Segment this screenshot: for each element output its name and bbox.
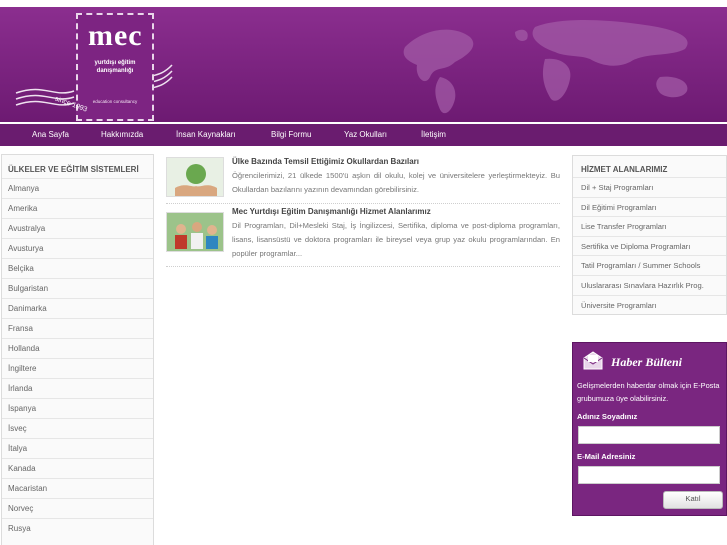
site-logo[interactable]: mec yurtdışı eğitim danışmanlığı educati… [14, 13, 174, 122]
country-item[interactable]: Bulgaristan [2, 278, 153, 298]
article-title[interactable]: Ülke Bazında Temsil Ettiğimiz Okullardan… [232, 157, 560, 166]
name-input[interactable] [578, 426, 720, 444]
logo-brand: mec [88, 19, 143, 52]
article-separator [166, 266, 560, 267]
nav-info-form[interactable]: Bilgi Formu [271, 130, 311, 139]
article-body: Dil Programları, Dil+Mesleki Staj, İş İn… [232, 221, 560, 258]
newsletter-title: Haber Bülteni [611, 355, 683, 369]
join-button[interactable]: Katıl [663, 491, 723, 509]
students-thumbnail[interactable] [166, 212, 224, 252]
country-item[interactable]: Macaristan [2, 478, 153, 498]
country-item[interactable]: Fransa [2, 318, 153, 338]
service-item[interactable]: Lise Transfer Programları [573, 216, 726, 236]
site-header: mec yurtdışı eğitim danışmanlığı educati… [0, 7, 727, 122]
country-item[interactable]: Norveç [2, 498, 153, 518]
country-item[interactable]: Belçika [2, 258, 153, 278]
article-body: Öğrencilerimizi, 21 ülkede 1500'ü aşkın … [232, 171, 560, 194]
article-title[interactable]: Mec Yurtdışı Eğitim Danışmanlığı Hizmet … [232, 207, 560, 216]
nav-home[interactable]: Ana Sayfa [32, 130, 69, 139]
country-item[interactable]: Rusya [2, 518, 153, 538]
service-item[interactable]: Sertifika ve Diploma Programları [573, 235, 726, 256]
country-item[interactable]: İngiltere [2, 358, 153, 378]
nav-hr[interactable]: İnsan Kaynakları [176, 130, 236, 139]
countries-title: ÜLKELER VE EĞİTİM SİSTEMLERİ [8, 165, 139, 174]
services-list: Dil + Staj Programları Dil Eğitimi Progr… [573, 177, 726, 314]
logo-line1: yurtdışı eğitim [94, 60, 136, 66]
name-label: Adınız Soyadınız [577, 412, 638, 421]
service-item[interactable]: Uluslararası Sınavlara Hazırlık Prog. [573, 274, 726, 295]
article-schools: Ülke Bazında Temsil Ettiğimiz Okullardan… [166, 157, 560, 201]
country-item[interactable]: Almanya [2, 178, 153, 198]
country-item[interactable]: İtalya [2, 438, 153, 458]
service-item[interactable]: Üniversite Programları [573, 294, 726, 315]
nav-about[interactable]: Hakkımızda [101, 130, 143, 139]
main-nav: Ana Sayfa Hakkımızda İnsan Kaynakları Bi… [0, 124, 727, 146]
country-item[interactable]: İrlanda [2, 378, 153, 398]
services-title: HİZMET ALANLARIMIZ [581, 165, 668, 174]
countries-sidebar: ÜLKELER VE EĞİTİM SİSTEMLERİ Almanya Ame… [1, 154, 154, 545]
country-item[interactable]: Amerika [2, 198, 153, 218]
email-input[interactable] [578, 466, 720, 484]
newsletter-description: Gelişmelerden haberdar olmak için E-Post… [577, 381, 720, 403]
globe-hands-thumbnail[interactable] [166, 157, 224, 197]
article-separator [166, 203, 560, 204]
world-map-graphic [403, 20, 688, 114]
country-item[interactable]: Avustralya [2, 218, 153, 238]
country-item[interactable]: Hollanda [2, 338, 153, 358]
nav-summer-schools[interactable]: Yaz Okulları [344, 130, 387, 139]
logo-line2: danışmanlığı [96, 68, 134, 74]
country-item[interactable]: Danimarka [2, 298, 153, 318]
service-item[interactable]: Dil Eğitimi Programları [573, 196, 726, 217]
country-item[interactable]: İspanya [2, 398, 153, 418]
service-item[interactable]: Dil + Staj Programları [573, 177, 726, 197]
country-item[interactable]: Kanada [2, 458, 153, 478]
nav-contact[interactable]: İletişim [421, 130, 446, 139]
country-item[interactable]: İsveç [2, 418, 153, 438]
email-label: E-Mail Adresiniz [577, 452, 636, 461]
countries-list: Almanya Amerika Avustralya Avusturya Bel… [2, 178, 153, 538]
newsletter-box: Haber Bülteni Gelişmelerden haberdar olm… [572, 342, 727, 516]
service-item[interactable]: Tatil Programları / Summer Schools [573, 255, 726, 275]
country-item[interactable]: Avusturya [2, 238, 153, 258]
logo-line3: education consultancy [92, 99, 138, 104]
envelope-icon [583, 351, 603, 370]
article-services: Mec Yurtdışı Eğitim Danışmanlığı Hizmet … [166, 207, 560, 263]
services-box: HİZMET ALANLARIMIZ Dil + Staj Programlar… [572, 155, 727, 315]
